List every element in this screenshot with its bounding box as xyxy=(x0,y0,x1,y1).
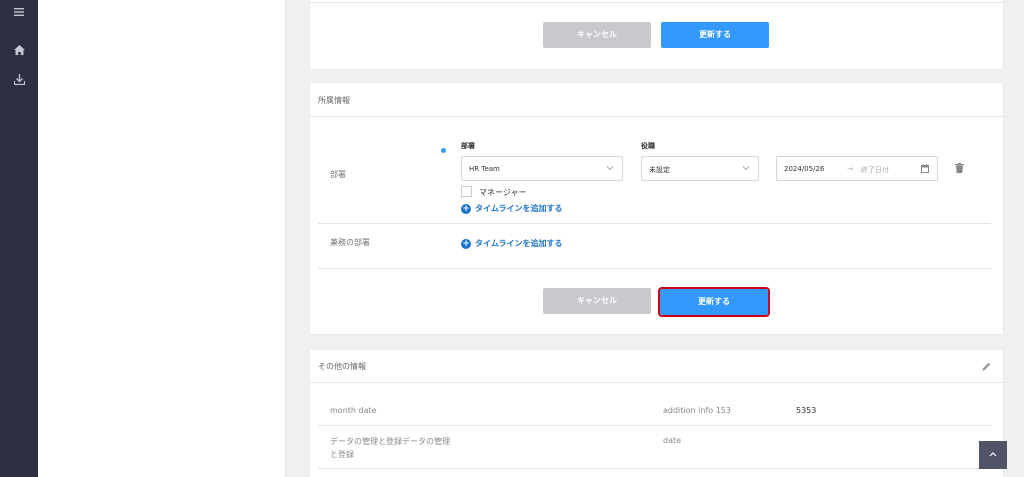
manager-label: マネージャー xyxy=(479,188,527,197)
menu-icon[interactable] xyxy=(0,6,38,20)
row-label: month date xyxy=(330,406,377,415)
field-label: date xyxy=(663,436,682,445)
add-timeline-label: タイムラインを追加する xyxy=(475,239,563,248)
row-label: データの管理と登録データの管理 xyxy=(330,437,450,446)
chevron-down-icon xyxy=(606,164,614,174)
department-value: HR Team xyxy=(469,165,500,173)
affiliation-card: 所属情報 部署 部署 HR Team 役職 未設定 2024/05/26 → 終… xyxy=(310,83,1003,334)
add-timeline-label: タイムラインを追加する xyxy=(475,204,563,213)
sidebar xyxy=(0,0,38,477)
update-button[interactable]: 更新する xyxy=(658,287,770,317)
department-row-label: 部署 xyxy=(330,170,346,179)
plus-circle-icon: + xyxy=(461,238,471,249)
field-label: addition info 153 xyxy=(663,406,731,415)
concurrent-department-label: 兼務の部署 xyxy=(330,238,370,247)
date-arrow: → xyxy=(847,165,853,173)
scroll-top-button[interactable] xyxy=(979,441,1007,469)
end-date-placeholder[interactable]: 終了日付 xyxy=(861,165,889,175)
cancel-button[interactable]: キャンセル xyxy=(543,288,651,314)
home-icon[interactable] xyxy=(0,44,38,58)
update-button[interactable]: 更新する xyxy=(661,22,769,48)
cancel-button[interactable]: キャンセル xyxy=(543,22,651,48)
download-icon[interactable] xyxy=(0,74,38,88)
card-header: その他の情報 xyxy=(310,350,1003,383)
add-timeline-link[interactable]: + タイムラインを追加する xyxy=(461,203,562,214)
card-title: 所属情報 xyxy=(318,96,350,105)
trash-icon[interactable] xyxy=(955,163,964,176)
department-select[interactable]: HR Team xyxy=(461,156,623,181)
left-panel xyxy=(38,0,286,477)
pencil-icon[interactable] xyxy=(982,362,991,374)
field-value: 5353 xyxy=(796,406,817,415)
card-header: 所属情報 xyxy=(310,83,1003,117)
other-info-card: その他の情報 month date addition info 153 5353… xyxy=(310,350,1003,477)
date-range-picker[interactable]: 2024/05/26 → 終了日付 xyxy=(776,156,938,181)
role-select[interactable]: 未設定 xyxy=(641,156,759,181)
role-field-label: 役職 xyxy=(641,142,655,150)
chevron-down-icon xyxy=(742,164,750,174)
role-value: 未設定 xyxy=(649,166,670,174)
calendar-icon xyxy=(921,164,929,176)
divider xyxy=(310,2,1003,3)
manager-checkbox[interactable] xyxy=(461,186,472,197)
divider xyxy=(318,425,991,426)
divider xyxy=(318,268,991,269)
department-field-label: 部署 xyxy=(461,142,475,150)
chevron-up-icon xyxy=(989,450,997,460)
card-title: その他の情報 xyxy=(318,362,366,371)
plus-circle-icon: + xyxy=(461,203,471,214)
row-label-continued: と登録 xyxy=(330,450,354,459)
add-timeline-link[interactable]: + タイムラインを追加する xyxy=(461,238,562,249)
start-date[interactable]: 2024/05/26 xyxy=(784,165,824,173)
divider xyxy=(318,468,991,469)
top-card: キャンセル 更新する xyxy=(310,0,1003,69)
divider xyxy=(318,223,991,224)
primary-indicator xyxy=(441,148,446,153)
